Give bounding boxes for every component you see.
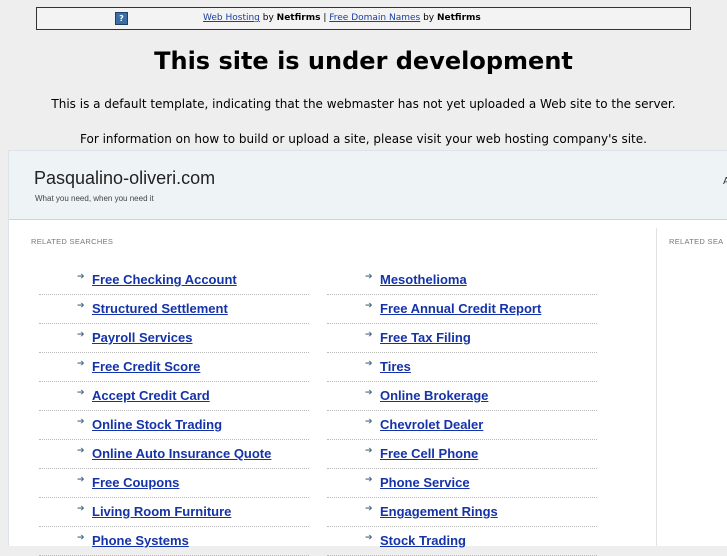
related-search-item: ➔ Tires (327, 353, 597, 382)
related-search-item: ➔ Living Room Furniture (39, 498, 309, 527)
related-search-item: ➔ Stock Trading (327, 527, 597, 556)
arrow-icon: ➔ (365, 475, 373, 485)
related-search-item: ➔ Engagement Rings (327, 498, 597, 527)
arrow-icon: ➔ (77, 533, 85, 543)
related-search-link[interactable]: Payroll Services (92, 330, 192, 345)
related-search-link[interactable]: Online Auto Insurance Quote (92, 446, 271, 461)
arrow-icon: ➔ (77, 388, 85, 398)
related-search-link[interactable]: Free Checking Account (92, 272, 237, 287)
related-search-item: ➔ Phone Systems (39, 527, 309, 556)
arrow-icon: ➔ (365, 388, 373, 398)
question-icon[interactable]: ? (115, 12, 128, 25)
related-search-link[interactable]: Online Brokerage (380, 388, 488, 403)
related-search-item: ➔ Free Coupons (39, 469, 309, 498)
netfirms-brand: Netfirms (276, 13, 321, 23)
related-search-link[interactable]: Stock Trading (380, 533, 466, 548)
related-search-link[interactable]: Online Stock Trading (92, 417, 222, 432)
related-search-item: ➔ Free Checking Account (39, 266, 309, 295)
info-text-hosting: For information on how to build or uploa… (80, 132, 647, 146)
related-search-link[interactable]: Free Cell Phone (380, 446, 478, 461)
arrow-icon: ➔ (365, 533, 373, 543)
free-domain-names-link[interactable]: Free Domain Names (329, 13, 420, 23)
site-title[interactable]: Pasqualino-oliveri.com (34, 168, 215, 189)
related-search-link[interactable]: Phone Service (380, 475, 470, 490)
parked-domain-panel: Pasqualino-oliveri.com What you need, wh… (8, 150, 727, 556)
arrow-icon: ➔ (365, 301, 373, 311)
parked-header: Pasqualino-oliveri.com What you need, wh… (9, 151, 727, 220)
arrow-icon: ➔ (77, 301, 85, 311)
column-divider (656, 228, 657, 546)
related-search-item: ➔ Free Credit Score (39, 353, 309, 382)
related-search-item: ➔ Structured Settlement (39, 295, 309, 324)
arrow-icon: ➔ (77, 359, 85, 369)
arrow-icon: ➔ (365, 417, 373, 427)
related-search-item: ➔ Online Stock Trading (39, 411, 309, 440)
arrow-icon: ➔ (365, 272, 373, 282)
by-text: by (420, 13, 437, 23)
related-search-item: ➔ Payroll Services (39, 324, 309, 353)
related-search-link[interactable]: Mesothelioma (380, 272, 467, 287)
related-search-link[interactable]: Structured Settlement (92, 301, 228, 316)
related-search-item: ➔ Free Cell Phone (327, 440, 597, 469)
related-search-item: ➔ Online Brokerage (327, 382, 597, 411)
header-right-text: A (723, 176, 727, 187)
related-search-item: ➔ Free Annual Credit Report (327, 295, 597, 324)
related-search-link[interactable]: Free Annual Credit Report (380, 301, 541, 316)
related-search-link[interactable]: Chevrolet Dealer (380, 417, 483, 432)
related-search-link[interactable]: Phone Systems (92, 533, 189, 548)
arrow-icon: ➔ (365, 504, 373, 514)
related-search-link[interactable]: Engagement Rings (380, 504, 498, 519)
arrow-icon: ➔ (77, 475, 85, 485)
arrow-icon: ➔ (77, 272, 85, 282)
hosting-banner: ? Web Hosting by Netfirms | Free Domain … (36, 7, 691, 30)
arrow-icon: ➔ (77, 417, 85, 427)
site-tagline: What you need, when you need it (35, 194, 154, 203)
netfirms-brand: Netfirms (436, 13, 481, 23)
related-search-link[interactable]: Tires (380, 359, 411, 374)
related-search-item: ➔ Mesothelioma (327, 266, 597, 295)
arrow-icon: ➔ (77, 446, 85, 456)
related-search-link[interactable]: Free Credit Score (92, 359, 200, 374)
arrow-icon: ➔ (77, 330, 85, 340)
related-search-link[interactable]: Accept Credit Card (92, 388, 210, 403)
web-hosting-link[interactable]: Web Hosting (203, 13, 260, 23)
related-search-link[interactable]: Free Tax Filing (380, 330, 471, 345)
related-search-link[interactable]: Free Coupons (92, 475, 179, 490)
related-searches-label-side: RELATED SEA (669, 237, 724, 246)
info-text-default-template: This is a default template, indicating t… (51, 97, 676, 111)
related-search-item: ➔ Accept Credit Card (39, 382, 309, 411)
banner-links: Web Hosting by Netfirms | Free Domain Na… (203, 8, 481, 29)
related-search-item: ➔ Chevrolet Dealer (327, 411, 597, 440)
page-title: This site is under development (154, 47, 573, 75)
by-text: by (259, 13, 277, 23)
related-search-item: ➔ Phone Service (327, 469, 597, 498)
related-search-item: ➔ Online Auto Insurance Quote (39, 440, 309, 469)
arrow-icon: ➔ (365, 359, 373, 369)
related-searches-label: RELATED SEARCHES (31, 237, 114, 246)
related-search-link[interactable]: Living Room Furniture (92, 504, 231, 519)
related-search-item: ➔ Free Tax Filing (327, 324, 597, 353)
arrow-icon: ➔ (365, 330, 373, 340)
arrow-icon: ➔ (365, 446, 373, 456)
arrow-icon: ➔ (77, 504, 85, 514)
separator: | (320, 13, 330, 23)
